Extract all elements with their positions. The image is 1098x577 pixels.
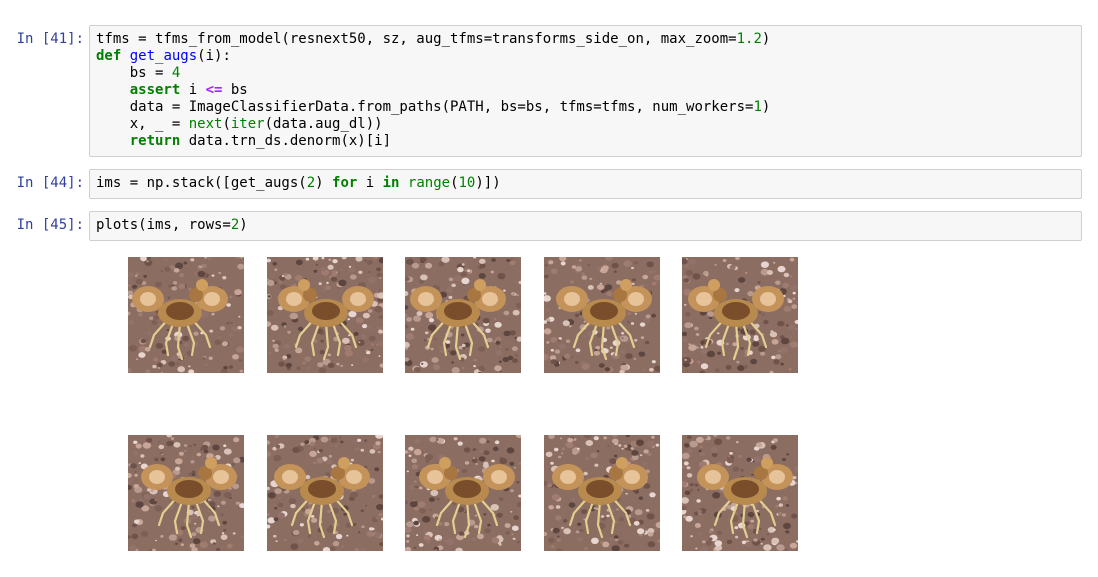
code-line: return data.trn_ds.denorm(x)[i]: [129, 133, 392, 149]
code-input-area[interactable]: ims = np.stack([get_augs(2) for i in ran…: [89, 169, 1082, 199]
code-block: tfms = tfms_from_model(resnext50, sz, au…: [90, 26, 1081, 155]
augmented-image: [405, 257, 521, 373]
augmented-image: [405, 435, 521, 551]
augmented-image: [267, 435, 383, 551]
cell-prompt: In [44]:: [16, 175, 84, 191]
code-block: ims = np.stack([get_augs(2) for i in ran…: [90, 170, 1081, 197]
code-block: plots(ims, rows=2): [90, 212, 1081, 239]
cell-prompt: In [45]:: [16, 217, 84, 233]
code-line: def get_augs(i):: [96, 48, 231, 64]
augmented-image: [544, 435, 660, 551]
cell-prompt: In [41]:: [16, 31, 84, 47]
code-line: bs = 4: [96, 65, 181, 81]
augmented-image: [267, 257, 383, 373]
code-input-area[interactable]: tfms = tfms_from_model(resnext50, sz, au…: [89, 25, 1082, 157]
code-line: data = ImageClassifierData.from_paths(PA…: [96, 99, 771, 115]
code-line: ims = np.stack([get_augs(2) for i in ran…: [96, 175, 501, 191]
code-line: assert i <= bs: [129, 82, 248, 98]
augmented-image: [544, 257, 660, 373]
augmented-image: [128, 435, 244, 551]
code-line: x, _ = next(iter(data.aug_dl)): [96, 116, 383, 132]
code-line: tfms = tfms_from_model(resnext50, sz, au…: [96, 31, 771, 47]
augmented-image: [128, 257, 244, 373]
augmented-image: [682, 257, 798, 373]
code-input-area[interactable]: plots(ims, rows=2): [89, 211, 1082, 241]
code-line: plots(ims, rows=2): [96, 217, 248, 233]
augmented-image: [682, 435, 798, 551]
